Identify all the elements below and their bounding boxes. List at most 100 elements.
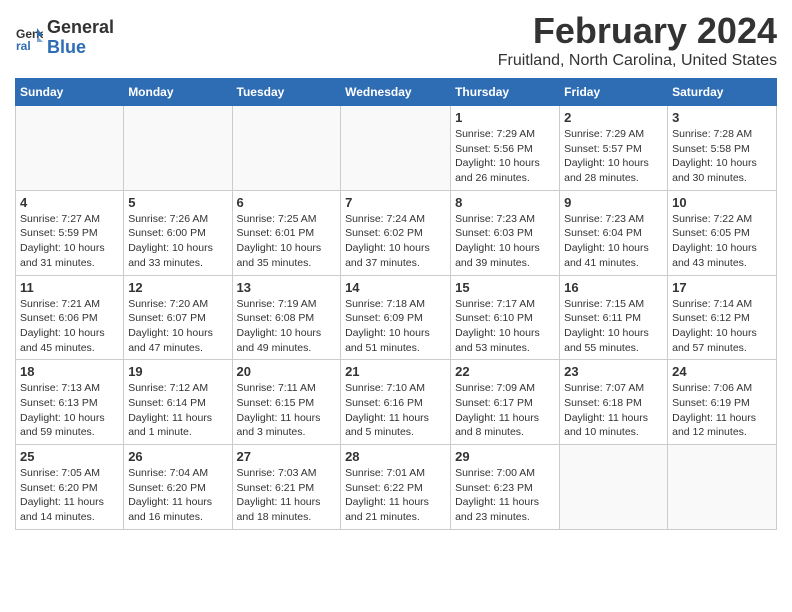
calendar-cell: 13 Sunrise: 7:19 AM Sunset: 6:08 PM Dayli… — [232, 275, 341, 360]
calendar-title: February 2024 — [498, 10, 777, 52]
calendar-cell: 4 Sunrise: 7:27 AM Sunset: 5:59 PM Daylig… — [16, 190, 124, 275]
day-number: 7 — [345, 195, 446, 210]
day-info: Sunrise: 7:14 AM Sunset: 6:12 PM Dayligh… — [672, 297, 772, 356]
day-info: Sunrise: 7:23 AM Sunset: 6:03 PM Dayligh… — [455, 212, 555, 271]
weekday-header-tuesday: Tuesday — [232, 79, 341, 106]
day-number: 3 — [672, 110, 772, 125]
day-number: 29 — [455, 449, 555, 464]
calendar-header: SundayMondayTuesdayWednesdayThursdayFrid… — [16, 79, 777, 106]
day-number: 2 — [564, 110, 663, 125]
calendar-cell: 18 Sunrise: 7:13 AM Sunset: 6:13 PM Dayli… — [16, 360, 124, 445]
weekday-header-thursday: Thursday — [451, 79, 560, 106]
weekday-header-row: SundayMondayTuesdayWednesdayThursdayFrid… — [16, 79, 777, 106]
calendar-cell — [16, 106, 124, 191]
logo: Gene ral General Blue — [15, 18, 114, 58]
day-number: 1 — [455, 110, 555, 125]
day-info: Sunrise: 7:13 AM Sunset: 6:13 PM Dayligh… — [20, 381, 119, 440]
calendar-cell: 16Sunrise: 7:15 AM Sunset: 6:11 PM Dayli… — [560, 275, 668, 360]
calendar-cell — [560, 445, 668, 530]
calendar-cell: 15Sunrise: 7:17 AM Sunset: 6:10 PM Dayli… — [451, 275, 560, 360]
calendar-week-3: 11Sunrise: 7:21 AM Sunset: 6:06 PM Dayli… — [16, 275, 777, 360]
calendar-cell: 25 Sunrise: 7:05 AM Sunset: 6:20 PM Dayli… — [16, 445, 124, 530]
weekday-header-friday: Friday — [560, 79, 668, 106]
logo-line1: General — [47, 17, 114, 37]
day-info: Sunrise: 7:06 AM Sunset: 6:19 PM Dayligh… — [672, 381, 772, 440]
day-info: Sunrise: 7:18 AM Sunset: 6:09 PM Dayligh… — [345, 297, 446, 356]
calendar-cell: 5 Sunrise: 7:26 AM Sunset: 6:00 PM Daylig… — [124, 190, 232, 275]
calendar-cell: 12 Sunrise: 7:20 AM Sunset: 6:07 PM Dayli… — [124, 275, 232, 360]
day-info: Sunrise: 7:10 AM Sunset: 6:16 PM Dayligh… — [345, 381, 446, 440]
day-number: 9 — [564, 195, 663, 210]
calendar-cell: 29 Sunrise: 7:00 AM Sunset: 6:23 PM Dayli… — [451, 445, 560, 530]
calendar-cell: 14 Sunrise: 7:18 AM Sunset: 6:09 PM Dayli… — [341, 275, 451, 360]
calendar-cell: 7 Sunrise: 7:24 AM Sunset: 6:02 PM Daylig… — [341, 190, 451, 275]
day-number: 26 — [128, 449, 227, 464]
day-info: Sunrise: 7:17 AM Sunset: 6:10 PM Dayligh… — [455, 297, 555, 356]
day-number: 25 — [20, 449, 119, 464]
calendar-cell: 8Sunrise: 7:23 AM Sunset: 6:03 PM Daylig… — [451, 190, 560, 275]
calendar-cell: 20Sunrise: 7:11 AM Sunset: 6:15 PM Dayli… — [232, 360, 341, 445]
day-info: Sunrise: 7:09 AM Sunset: 6:17 PM Dayligh… — [455, 381, 555, 440]
calendar-cell: 22Sunrise: 7:09 AM Sunset: 6:17 PM Dayli… — [451, 360, 560, 445]
day-info: Sunrise: 7:29 AM Sunset: 5:56 PM Dayligh… — [455, 127, 555, 186]
day-number: 14 — [345, 280, 446, 295]
calendar-cell: 9 Sunrise: 7:23 AM Sunset: 6:04 PM Daylig… — [560, 190, 668, 275]
calendar-body: 1 Sunrise: 7:29 AM Sunset: 5:56 PM Daylig… — [16, 106, 777, 530]
day-info: Sunrise: 7:26 AM Sunset: 6:00 PM Dayligh… — [128, 212, 227, 271]
header: Gene ral General Blue February 2024 Frui… — [15, 10, 777, 70]
day-info: Sunrise: 7:07 AM Sunset: 6:18 PM Dayligh… — [564, 381, 663, 440]
day-number: 5 — [128, 195, 227, 210]
day-info: Sunrise: 7:23 AM Sunset: 6:04 PM Dayligh… — [564, 212, 663, 271]
calendar-cell: 28Sunrise: 7:01 AM Sunset: 6:22 PM Dayli… — [341, 445, 451, 530]
svg-text:ral: ral — [16, 39, 31, 52]
day-number: 11 — [20, 280, 119, 295]
calendar-cell: 11Sunrise: 7:21 AM Sunset: 6:06 PM Dayli… — [16, 275, 124, 360]
day-number: 27 — [237, 449, 337, 464]
weekday-header-monday: Monday — [124, 79, 232, 106]
day-number: 23 — [564, 364, 663, 379]
day-info: Sunrise: 7:01 AM Sunset: 6:22 PM Dayligh… — [345, 466, 446, 525]
calendar-week-2: 4 Sunrise: 7:27 AM Sunset: 5:59 PM Daylig… — [16, 190, 777, 275]
calendar-cell — [668, 445, 777, 530]
calendar-cell: 3Sunrise: 7:28 AM Sunset: 5:58 PM Daylig… — [668, 106, 777, 191]
day-info: Sunrise: 7:27 AM Sunset: 5:59 PM Dayligh… — [20, 212, 119, 271]
day-info: Sunrise: 7:29 AM Sunset: 5:57 PM Dayligh… — [564, 127, 663, 186]
title-area: February 2024 Fruitland, North Carolina,… — [498, 10, 777, 70]
day-info: Sunrise: 7:04 AM Sunset: 6:20 PM Dayligh… — [128, 466, 227, 525]
calendar-cell: 17 Sunrise: 7:14 AM Sunset: 6:12 PM Dayli… — [668, 275, 777, 360]
calendar-cell: 23 Sunrise: 7:07 AM Sunset: 6:18 PM Dayli… — [560, 360, 668, 445]
day-info: Sunrise: 7:24 AM Sunset: 6:02 PM Dayligh… — [345, 212, 446, 271]
day-info: Sunrise: 7:05 AM Sunset: 6:20 PM Dayligh… — [20, 466, 119, 525]
day-info: Sunrise: 7:19 AM Sunset: 6:08 PM Dayligh… — [237, 297, 337, 356]
calendar-week-5: 25 Sunrise: 7:05 AM Sunset: 6:20 PM Dayli… — [16, 445, 777, 530]
day-info: Sunrise: 7:25 AM Sunset: 6:01 PM Dayligh… — [237, 212, 337, 271]
calendar-cell — [341, 106, 451, 191]
calendar-cell: 21 Sunrise: 7:10 AM Sunset: 6:16 PM Dayli… — [341, 360, 451, 445]
day-number: 21 — [345, 364, 446, 379]
calendar-cell: 1 Sunrise: 7:29 AM Sunset: 5:56 PM Daylig… — [451, 106, 560, 191]
day-number: 13 — [237, 280, 337, 295]
day-number: 17 — [672, 280, 772, 295]
day-number: 19 — [128, 364, 227, 379]
day-number: 16 — [564, 280, 663, 295]
day-info: Sunrise: 7:00 AM Sunset: 6:23 PM Dayligh… — [455, 466, 555, 525]
day-info: Sunrise: 7:22 AM Sunset: 6:05 PM Dayligh… — [672, 212, 772, 271]
day-number: 12 — [128, 280, 227, 295]
calendar-cell: 10Sunrise: 7:22 AM Sunset: 6:05 PM Dayli… — [668, 190, 777, 275]
calendar-cell: 26 Sunrise: 7:04 AM Sunset: 6:20 PM Dayli… — [124, 445, 232, 530]
weekday-header-saturday: Saturday — [668, 79, 777, 106]
calendar-cell: 6 Sunrise: 7:25 AM Sunset: 6:01 PM Daylig… — [232, 190, 341, 275]
calendar-cell — [232, 106, 341, 191]
day-number: 6 — [237, 195, 337, 210]
day-info: Sunrise: 7:20 AM Sunset: 6:07 PM Dayligh… — [128, 297, 227, 356]
calendar-cell: 27 Sunrise: 7:03 AM Sunset: 6:21 PM Dayli… — [232, 445, 341, 530]
weekday-header-sunday: Sunday — [16, 79, 124, 106]
weekday-header-wednesday: Wednesday — [341, 79, 451, 106]
day-number: 18 — [20, 364, 119, 379]
calendar-week-4: 18 Sunrise: 7:13 AM Sunset: 6:13 PM Dayli… — [16, 360, 777, 445]
calendar-cell: 19Sunrise: 7:12 AM Sunset: 6:14 PM Dayli… — [124, 360, 232, 445]
day-number: 4 — [20, 195, 119, 210]
day-info: Sunrise: 7:03 AM Sunset: 6:21 PM Dayligh… — [237, 466, 337, 525]
calendar-cell: 2 Sunrise: 7:29 AM Sunset: 5:57 PM Daylig… — [560, 106, 668, 191]
calendar-cell — [124, 106, 232, 191]
